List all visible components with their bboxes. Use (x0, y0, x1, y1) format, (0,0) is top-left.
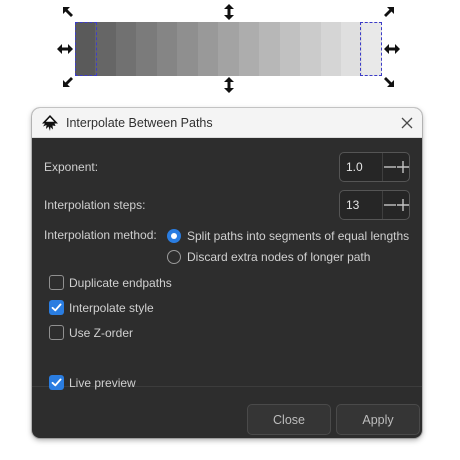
checkbox-label: Duplicate endpaths (69, 275, 172, 290)
method-label: Interpolation method: (44, 228, 157, 242)
steps-label: Interpolation steps: (44, 198, 146, 212)
interpolated-path-step[interactable] (259, 22, 280, 76)
dialog-body: Exponent: 1.0 Interpolation steps: 13 In… (32, 138, 422, 438)
interpolated-path-step[interactable] (320, 22, 342, 76)
interpolated-path-step[interactable] (75, 22, 96, 76)
scale-handle-top-left-icon[interactable] (60, 4, 78, 22)
checkmark-icon[interactable] (49, 375, 64, 390)
checkmark-icon[interactable] (49, 300, 64, 315)
exponent-decrement-icon[interactable] (383, 153, 396, 181)
interpolate-style-checkbox[interactable]: Interpolate style (49, 300, 154, 315)
interpolated-paths-strip[interactable] (75, 22, 383, 76)
interpolated-path-step[interactable] (197, 22, 219, 76)
scale-handle-top-right-icon[interactable] (379, 4, 397, 22)
checkbox-label: Interpolate style (69, 300, 154, 315)
interpolated-path-step[interactable] (300, 22, 321, 76)
live-preview-checkbox[interactable]: Live preview (49, 375, 136, 390)
interpolate-dialog: Interpolate Between Paths Exponent: 1.0 … (32, 108, 422, 438)
duplicate-endpaths-checkbox[interactable]: Duplicate endpaths (49, 275, 172, 290)
dialog-title: Interpolate Between Paths (66, 115, 213, 130)
interpolated-path-step[interactable] (341, 22, 362, 76)
interpolated-path-step[interactable] (95, 22, 116, 76)
exponent-label: Exponent: (44, 160, 99, 174)
interpolated-path-step[interactable] (238, 22, 260, 76)
scale-handle-bottom-right-icon[interactable] (379, 72, 397, 90)
checkbox-label: Use Z-order (69, 325, 134, 340)
interpolated-path-step[interactable] (136, 22, 157, 76)
steps-spinbox[interactable]: 13 (339, 190, 410, 220)
scale-handle-bottom-left-icon[interactable] (60, 72, 78, 90)
checkbox-unchecked-icon[interactable] (49, 325, 64, 340)
interpolated-path-step[interactable] (218, 22, 239, 76)
interpolated-path-step[interactable] (156, 22, 178, 76)
close-icon[interactable] (392, 108, 422, 138)
steps-increment-icon[interactable] (396, 191, 409, 219)
scale-handle-bottom-icon[interactable] (220, 76, 238, 94)
exponent-increment-icon[interactable] (396, 153, 409, 181)
close-button[interactable]: Close (247, 404, 331, 435)
interpolated-path-step[interactable] (279, 22, 301, 76)
scale-handle-top-icon[interactable] (220, 3, 238, 21)
steps-decrement-icon[interactable] (383, 191, 396, 219)
method-option-label: Discard extra nodes of longer path (187, 250, 371, 264)
canvas-area[interactable] (0, 0, 460, 100)
radio-unselected-icon[interactable] (167, 250, 181, 264)
interpolated-path-step[interactable] (115, 22, 137, 76)
method-option-label: Split paths into segments of equal lengt… (187, 229, 410, 243)
checkbox-unchecked-icon[interactable] (49, 275, 64, 290)
inkscape-logo-icon (40, 113, 60, 133)
checkbox-label: Live preview (69, 375, 136, 390)
exponent-spinbox[interactable]: 1.0 (339, 152, 410, 182)
radio-selected-icon[interactable] (167, 229, 181, 243)
method-option-equal-lengths[interactable]: Split paths into segments of equal lengt… (167, 229, 409, 243)
dialog-titlebar[interactable]: Interpolate Between Paths (32, 108, 422, 138)
scale-handle-left-icon[interactable] (56, 40, 74, 58)
exponent-value[interactable]: 1.0 (340, 160, 382, 174)
interpolated-path-step[interactable] (177, 22, 198, 76)
steps-value[interactable]: 13 (340, 198, 382, 212)
method-option-discard-nodes[interactable]: Discard extra nodes of longer path (167, 250, 370, 264)
apply-button[interactable]: Apply (336, 404, 420, 435)
scale-handle-right-icon[interactable] (383, 40, 401, 58)
use-z-order-checkbox[interactable]: Use Z-order (49, 325, 133, 340)
interpolated-path-step[interactable] (361, 22, 383, 76)
